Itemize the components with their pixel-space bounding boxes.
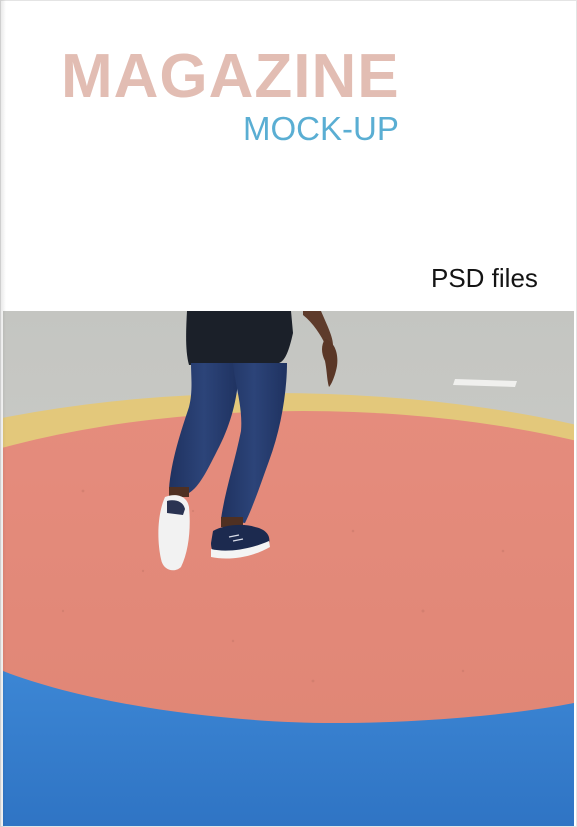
cover-photo-illustration (3, 311, 574, 826)
magazine-title: MAGAZINE (61, 42, 400, 111)
magazine-subtitle: MOCK-UP (243, 110, 399, 147)
cover-photo (3, 311, 574, 826)
magazine-cover: MAGAZINE MOCK-UP PSD files (0, 0, 577, 827)
psd-files-label: PSD files (431, 263, 538, 293)
